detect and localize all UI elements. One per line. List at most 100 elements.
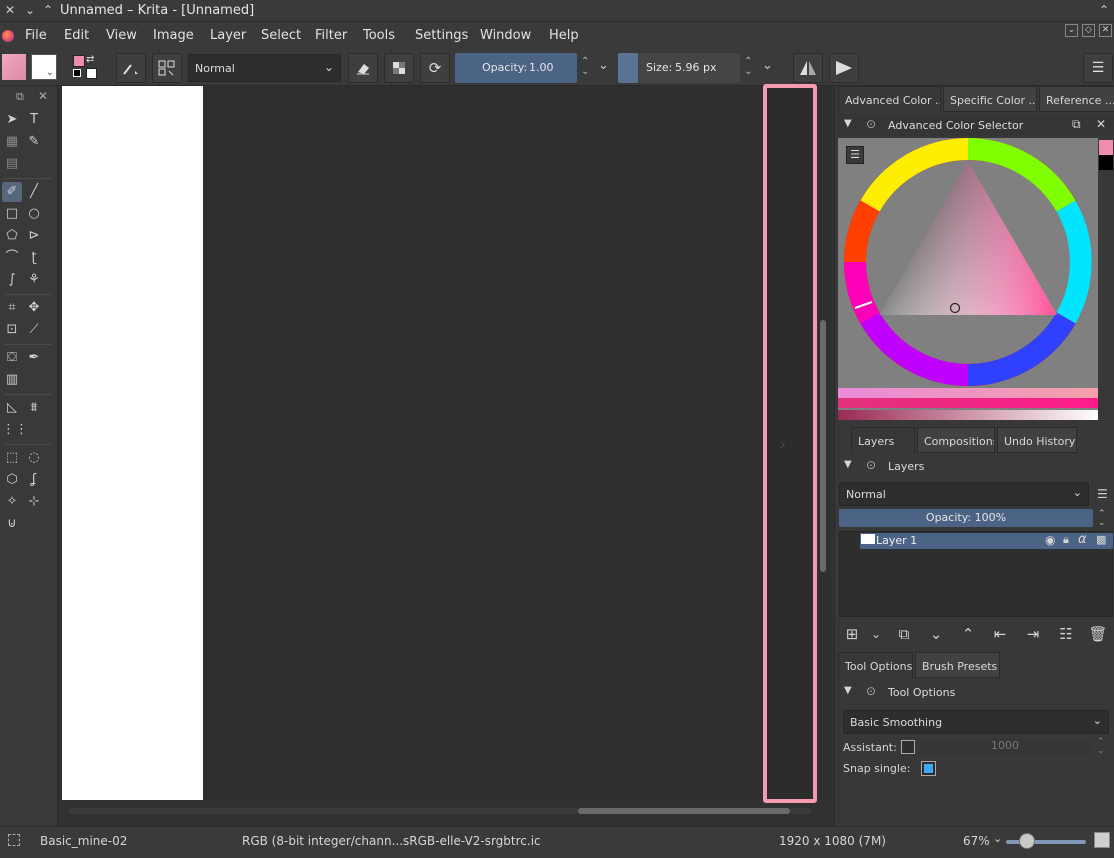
size-stepper[interactable]: ⌃ ⌄ bbox=[744, 57, 752, 77]
visibility-eye-icon[interactable]: ◉ bbox=[1045, 533, 1055, 547]
zoom-slider[interactable] bbox=[1006, 840, 1086, 844]
line-tool-icon[interactable]: ╱ bbox=[24, 182, 44, 202]
vertical-scrollbar[interactable] bbox=[818, 88, 828, 800]
menu-window[interactable]: Window bbox=[480, 28, 531, 43]
size-slider[interactable]: Size: 5.96 px bbox=[618, 53, 740, 83]
selection-indicator-icon[interactable] bbox=[8, 834, 20, 846]
text-tool-icon[interactable]: T bbox=[24, 110, 44, 130]
color-selector-area[interactable]: ☰ bbox=[838, 138, 1098, 420]
magic-wand-tool-icon[interactable]: ✧ bbox=[2, 492, 22, 512]
measure-tool-icon[interactable]: ⟋ bbox=[24, 320, 44, 340]
move-layer-up-icon[interactable]: ⌃ bbox=[957, 623, 979, 645]
magnetic-selection-tool-icon[interactable]: ⊍ bbox=[2, 514, 22, 534]
blend-mode-select[interactable]: Normal ⌄ bbox=[188, 54, 341, 82]
assistant-tool-icon[interactable]: ◺ bbox=[2, 398, 22, 418]
layer-lock-icon[interactable]: 🔒︎ bbox=[1063, 533, 1069, 547]
status-color-space[interactable]: RGB (8-bit integer/chann...sRGB-elle-V2-… bbox=[242, 834, 541, 848]
duplicate-layer-icon[interactable]: ⧉ bbox=[893, 623, 915, 645]
toolbar-menu-button[interactable]: ☰ bbox=[1083, 53, 1113, 83]
float-icon[interactable]: ⧉ bbox=[16, 90, 24, 104]
chevron-down-icon[interactable]: ⌄ bbox=[598, 58, 609, 73]
freehand-brush-tool-icon[interactable]: ✐ bbox=[2, 182, 22, 202]
menu-tools[interactable]: Tools bbox=[363, 28, 395, 43]
canvas-overlay-panel[interactable]: › bbox=[763, 84, 817, 803]
chevron-down-icon[interactable]: ⌄ bbox=[865, 623, 887, 645]
tab-reference[interactable]: Reference ... bbox=[1039, 86, 1114, 112]
mdi-minimize-icon[interactable]: ⌄ bbox=[1065, 24, 1078, 37]
chevron-right-icon[interactable]: › bbox=[779, 434, 786, 455]
menu-file[interactable]: File bbox=[25, 28, 47, 43]
foreground-color[interactable] bbox=[73, 55, 85, 67]
mirror-horizontal-button[interactable] bbox=[793, 53, 823, 83]
rectangle-tool-icon[interactable]: □ bbox=[2, 204, 22, 224]
collapse-icon[interactable]: ▼ bbox=[844, 459, 852, 470]
alpha-lock-icon[interactable]: α bbox=[1078, 532, 1087, 547]
similar-color-selection-tool-icon[interactable]: ⊹ bbox=[24, 492, 44, 512]
tab-advanced-color[interactable]: Advanced Color ... bbox=[838, 86, 941, 112]
maximize-icon[interactable]: ⌃ bbox=[1097, 3, 1111, 17]
swap-colors-icon[interactable]: ⇄ bbox=[86, 54, 94, 65]
crop-tool-icon[interactable]: ⌗ bbox=[2, 298, 22, 318]
ellipse-tool-icon[interactable]: ○ bbox=[24, 204, 44, 224]
hue-strip[interactable] bbox=[838, 388, 1098, 398]
lock-icon[interactable]: ⊙ bbox=[866, 684, 876, 698]
canvas-only-icon[interactable] bbox=[1094, 832, 1110, 848]
multibrush-tool-icon[interactable]: ⚘ bbox=[24, 270, 44, 290]
assistant-checkbox[interactable] bbox=[901, 740, 915, 754]
horizontal-scroll-thumb[interactable] bbox=[578, 808, 790, 814]
lock-icon[interactable]: ⊙ bbox=[866, 117, 876, 131]
lock-icon[interactable]: ⊙ bbox=[866, 458, 876, 472]
close-icon[interactable]: ✕ bbox=[1096, 117, 1106, 131]
menu-layer[interactable]: Layer bbox=[210, 28, 246, 43]
move-into-group-icon[interactable]: ⇥ bbox=[1022, 623, 1044, 645]
menu-image[interactable]: Image bbox=[153, 28, 194, 43]
bezier-tool-icon[interactable]: ⌒ bbox=[2, 248, 22, 268]
brush-editor-button[interactable] bbox=[152, 53, 182, 83]
tab-compositions[interactable]: Compositions bbox=[917, 427, 995, 453]
assistant-stepper[interactable]: ⌃ ⌄ bbox=[1097, 738, 1105, 756]
collapse-icon[interactable]: ▼ bbox=[844, 685, 852, 696]
chevron-up-icon[interactable]: ⌃ bbox=[41, 3, 55, 17]
freehand-path-tool-icon[interactable]: ʈ bbox=[24, 248, 44, 268]
polygon-tool-icon[interactable]: ⬠ bbox=[2, 226, 22, 246]
inherit-alpha-icon[interactable]: ▩ bbox=[1096, 533, 1106, 546]
gradient-tool-icon[interactable]: ▥ bbox=[2, 370, 22, 390]
fill-tool-icon[interactable]: ⛋ bbox=[2, 348, 22, 368]
transform-tool-icon[interactable]: ⊡ bbox=[2, 320, 22, 340]
menu-settings[interactable]: Settings bbox=[415, 28, 468, 43]
mdi-close-icon[interactable]: ✕ bbox=[1099, 24, 1112, 37]
pattern-swatch[interactable]: ⌄ bbox=[31, 54, 57, 80]
tab-undo-history[interactable]: Undo History bbox=[997, 427, 1077, 453]
layer-opacity-slider[interactable]: Opacity: 100% bbox=[839, 509, 1093, 527]
reload-preset-button[interactable]: ⟳ bbox=[420, 53, 450, 83]
reset-colors-icon[interactable] bbox=[73, 69, 81, 77]
chevron-down-icon[interactable]: ⌄ bbox=[23, 3, 37, 17]
menu-help[interactable]: Help bbox=[549, 28, 579, 43]
collapse-icon[interactable]: ▼ bbox=[844, 118, 852, 129]
freehand-selection-tool-icon[interactable]: ʆ bbox=[24, 470, 44, 490]
snap-single-checkbox[interactable] bbox=[921, 761, 936, 776]
add-layer-icon[interactable]: ⊞ bbox=[841, 623, 863, 645]
select-shapes-tool-icon[interactable]: ➤ bbox=[2, 110, 22, 130]
rectangular-selection-tool-icon[interactable]: ⬚ bbox=[2, 448, 22, 468]
menu-filter[interactable]: Filter bbox=[315, 28, 347, 43]
gradient-swatch[interactable] bbox=[2, 54, 26, 80]
eraser-mode-button[interactable] bbox=[348, 53, 378, 83]
mdi-restore-icon[interactable]: ◇ bbox=[1082, 24, 1095, 37]
tab-brush-presets[interactable]: Brush Presets bbox=[915, 652, 1000, 678]
dynamic-brush-tool-icon[interactable]: ∫ bbox=[2, 270, 22, 290]
gradient-edit-tool-icon[interactable]: ▤ bbox=[2, 154, 22, 174]
move-layer-down-icon[interactable]: ⌄ bbox=[925, 623, 947, 645]
foreground-color-swatch[interactable] bbox=[1099, 140, 1113, 155]
delete-layer-icon[interactable]: 🗑︎ bbox=[1087, 623, 1109, 645]
move-tool-icon[interactable]: ✥ bbox=[24, 298, 44, 318]
opacity-stepper[interactable]: ⌃ ⌄ bbox=[581, 57, 589, 77]
vertical-scroll-thumb[interactable] bbox=[820, 320, 826, 572]
chevron-down-icon[interactable]: ⌄ bbox=[762, 58, 773, 73]
smoothing-select[interactable]: Basic Smoothing ⌄ bbox=[843, 710, 1109, 734]
move-out-of-group-icon[interactable]: ⇤ bbox=[989, 623, 1011, 645]
horizontal-scrollbar[interactable] bbox=[62, 806, 818, 816]
close-icon[interactable]: ✕ bbox=[38, 89, 48, 103]
assistant-magnetism-slider[interactable]: 1000 bbox=[919, 739, 1091, 755]
grid-tool-icon[interactable]: ⋮⋮ bbox=[2, 420, 28, 440]
